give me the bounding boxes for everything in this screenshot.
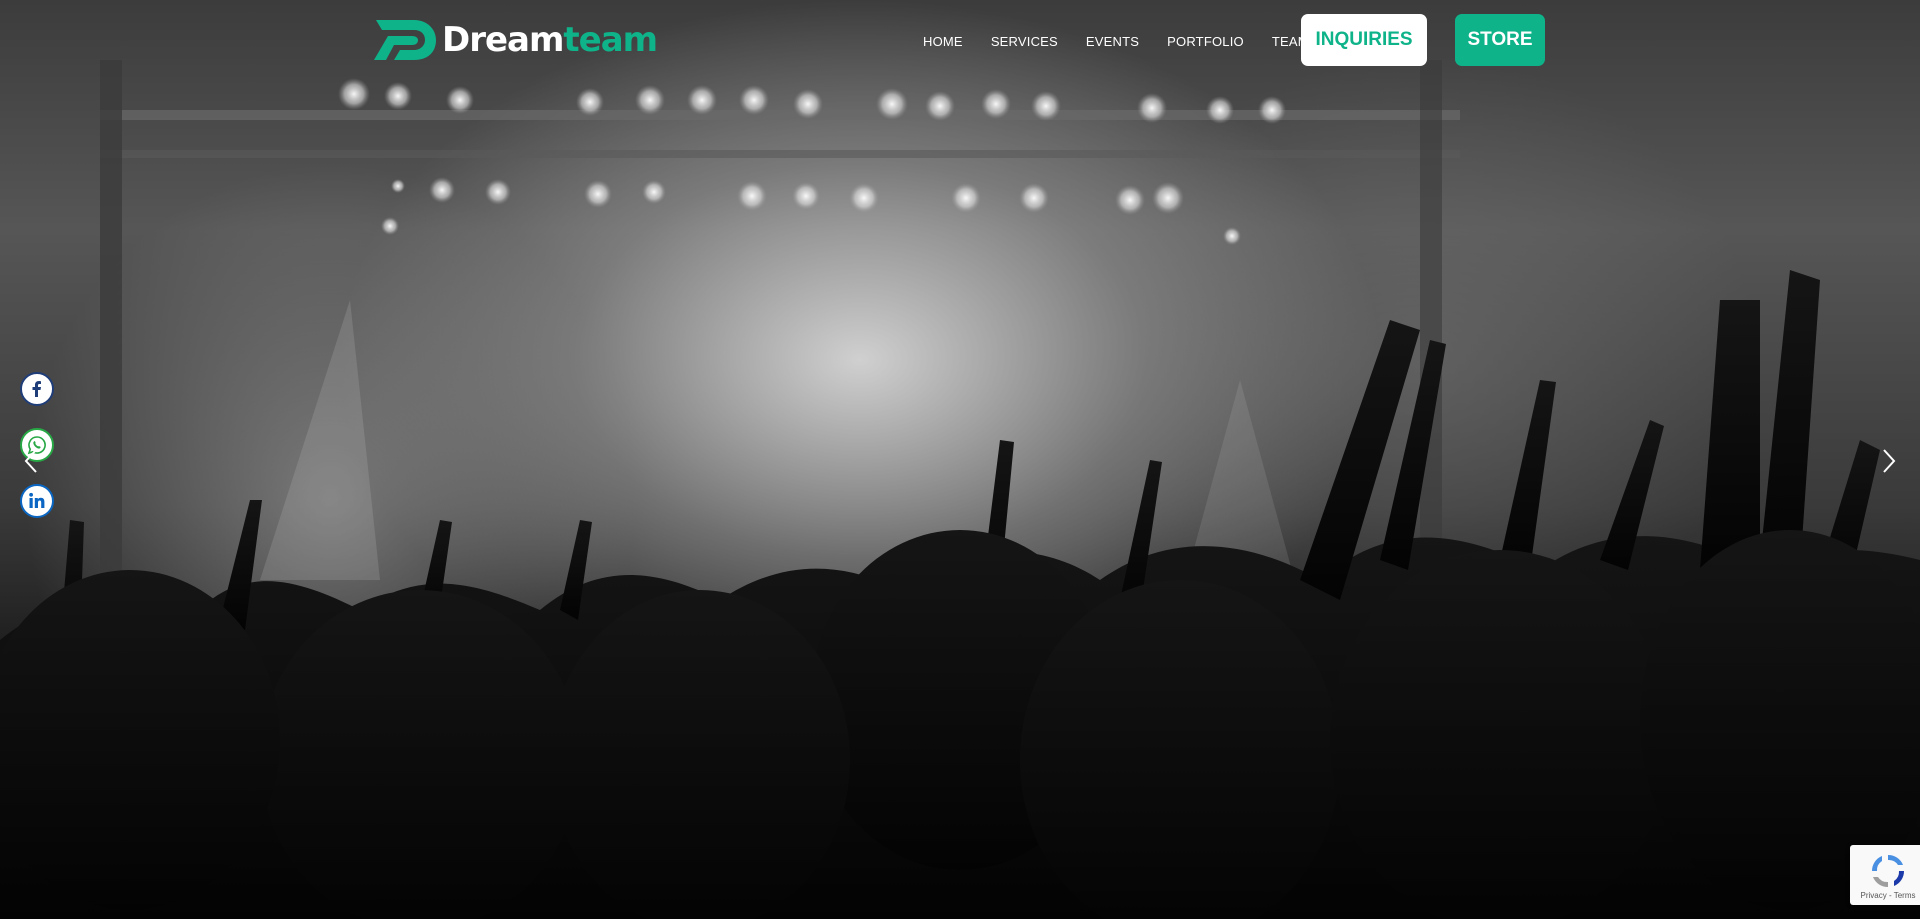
brand-name-part2: team (563, 20, 658, 60)
hero-slide (0, 0, 1920, 919)
nav-item-home[interactable]: HOME (923, 34, 963, 49)
main-nav: HOME SERVICES EVENTS PORTFOLIO TEAM (923, 34, 1337, 49)
chevron-left-icon (24, 449, 37, 473)
dreamteam-logo-icon (374, 20, 436, 60)
nav-item-services[interactable]: SERVICES (991, 34, 1058, 49)
linkedin-icon (29, 492, 45, 508)
facebook-icon (32, 381, 41, 397)
linkedin-link[interactable] (20, 484, 54, 518)
recaptcha-links[interactable]: Privacy - Terms (1861, 891, 1916, 900)
brand-logo[interactable]: Dreamteam (374, 18, 658, 62)
recaptcha-badge[interactable]: Privacy - Terms (1850, 845, 1920, 905)
brand-name-part1: Dream (442, 20, 564, 60)
facebook-link[interactable] (20, 372, 54, 406)
concert-crowd-image (0, 60, 1920, 919)
chevron-right-icon (1883, 449, 1896, 473)
store-button[interactable]: STORE (1455, 14, 1545, 66)
slider-prev-button[interactable] (20, 444, 44, 478)
recaptcha-icon (1871, 854, 1905, 888)
nav-item-portfolio[interactable]: PORTFOLIO (1167, 34, 1244, 49)
slider-next-button[interactable] (1876, 444, 1900, 478)
brand-name: Dreamteam (442, 18, 658, 62)
nav-item-events[interactable]: EVENTS (1086, 34, 1139, 49)
inquiries-button[interactable]: INQUIRIES (1301, 14, 1427, 66)
